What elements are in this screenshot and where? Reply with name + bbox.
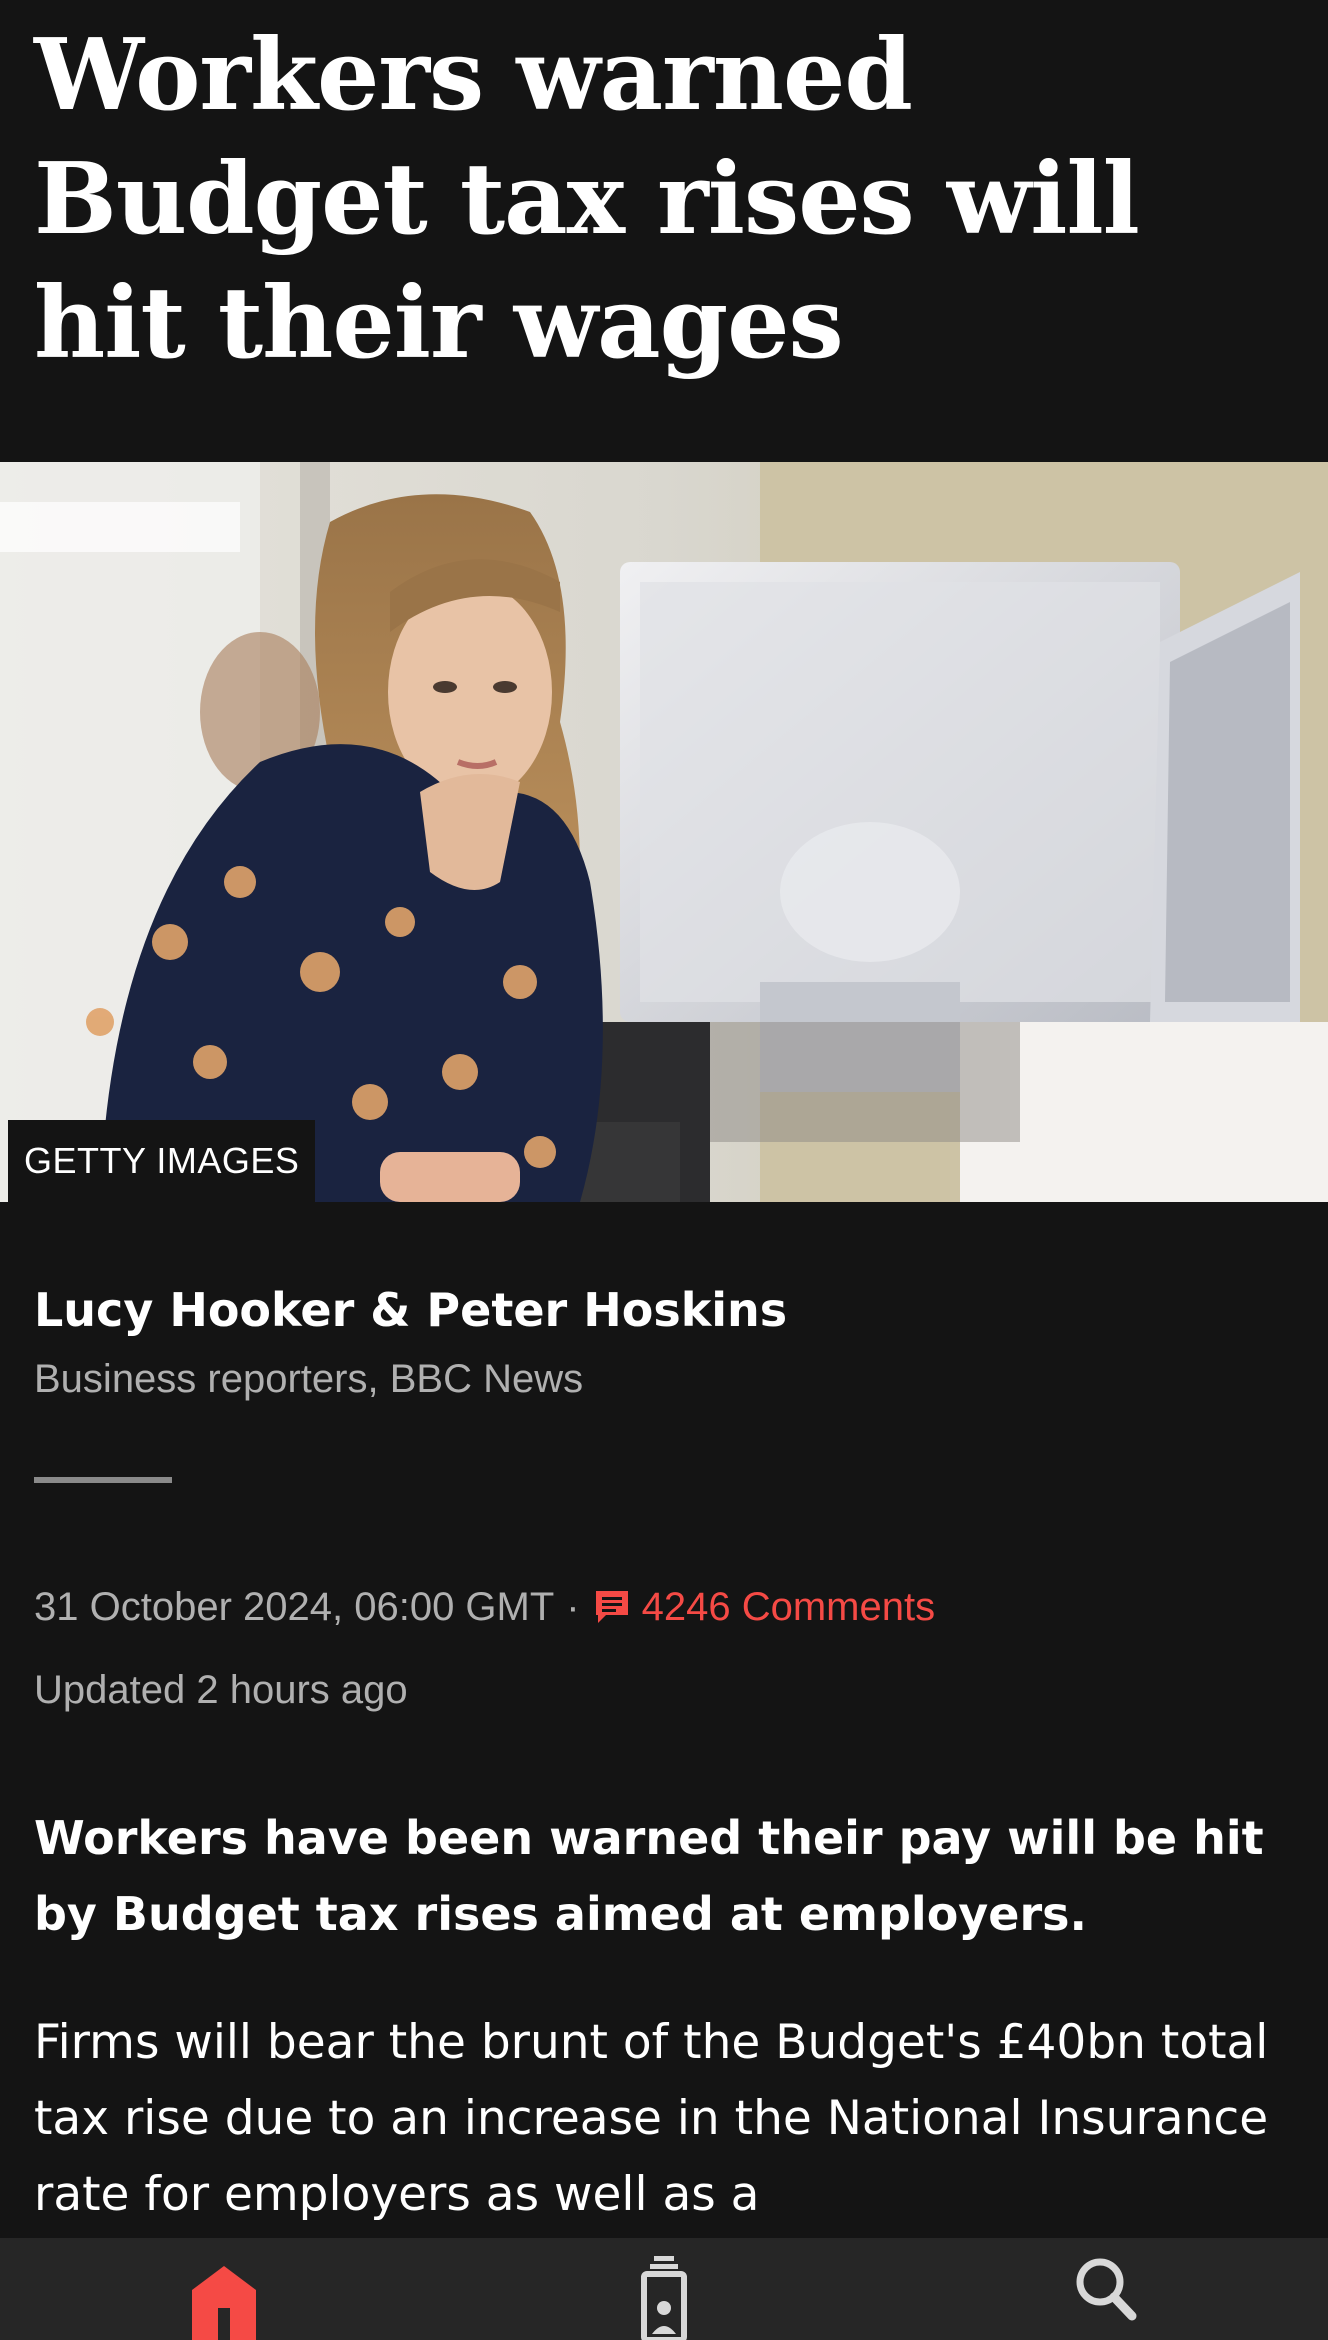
article-headline: Workers warned Budget tax rises will hit…: [34, 18, 1140, 381]
image-credit: GETTY IMAGES: [8, 1120, 316, 1202]
nav-my-news-button[interactable]: [604, 2238, 724, 2340]
home-icon: [192, 2266, 256, 2340]
author-role: Business reporters, BBC News: [34, 1357, 584, 1401]
byline-divider: [34, 1477, 172, 1483]
article-meta: 31 October 2024, 06:00 GMT · 4246 Comments: [34, 1576, 1294, 1638]
author-names[interactable]: Lucy Hooker & Peter Hoskins: [34, 1280, 1294, 1340]
article-page: Workers warned Budget tax rises will hit…: [0, 0, 1328, 2340]
article-summary: Workers have been warned their pay will …: [34, 1811, 1264, 1941]
search-icon: [1076, 2258, 1137, 2321]
nav-home-button[interactable]: [164, 2238, 284, 2340]
nav-search-button[interactable]: [1044, 2238, 1164, 2340]
comments-count: 4246 Comments: [641, 1585, 936, 1629]
comment-icon: [595, 1591, 628, 1623]
office-worker-photo: [0, 462, 1328, 1202]
updated-time: Updated 2 hours ago: [34, 1668, 408, 1712]
article-body-paragraph: Firms will bear the brunt of the Budget'…: [34, 2015, 1269, 2222]
meta-separator: ·: [566, 1585, 580, 1629]
publish-date: 31 October 2024, 06:00 GMT: [34, 1585, 555, 1629]
hero-image: GETTY IMAGES: [0, 462, 1328, 1202]
bottom-navigation: [0, 2238, 1328, 2340]
comments-link[interactable]: 4246 Comments: [592, 1576, 935, 1638]
byline: Lucy Hooker & Peter Hoskins Business rep…: [34, 1280, 1294, 1404]
my-news-icon: [641, 2256, 687, 2340]
